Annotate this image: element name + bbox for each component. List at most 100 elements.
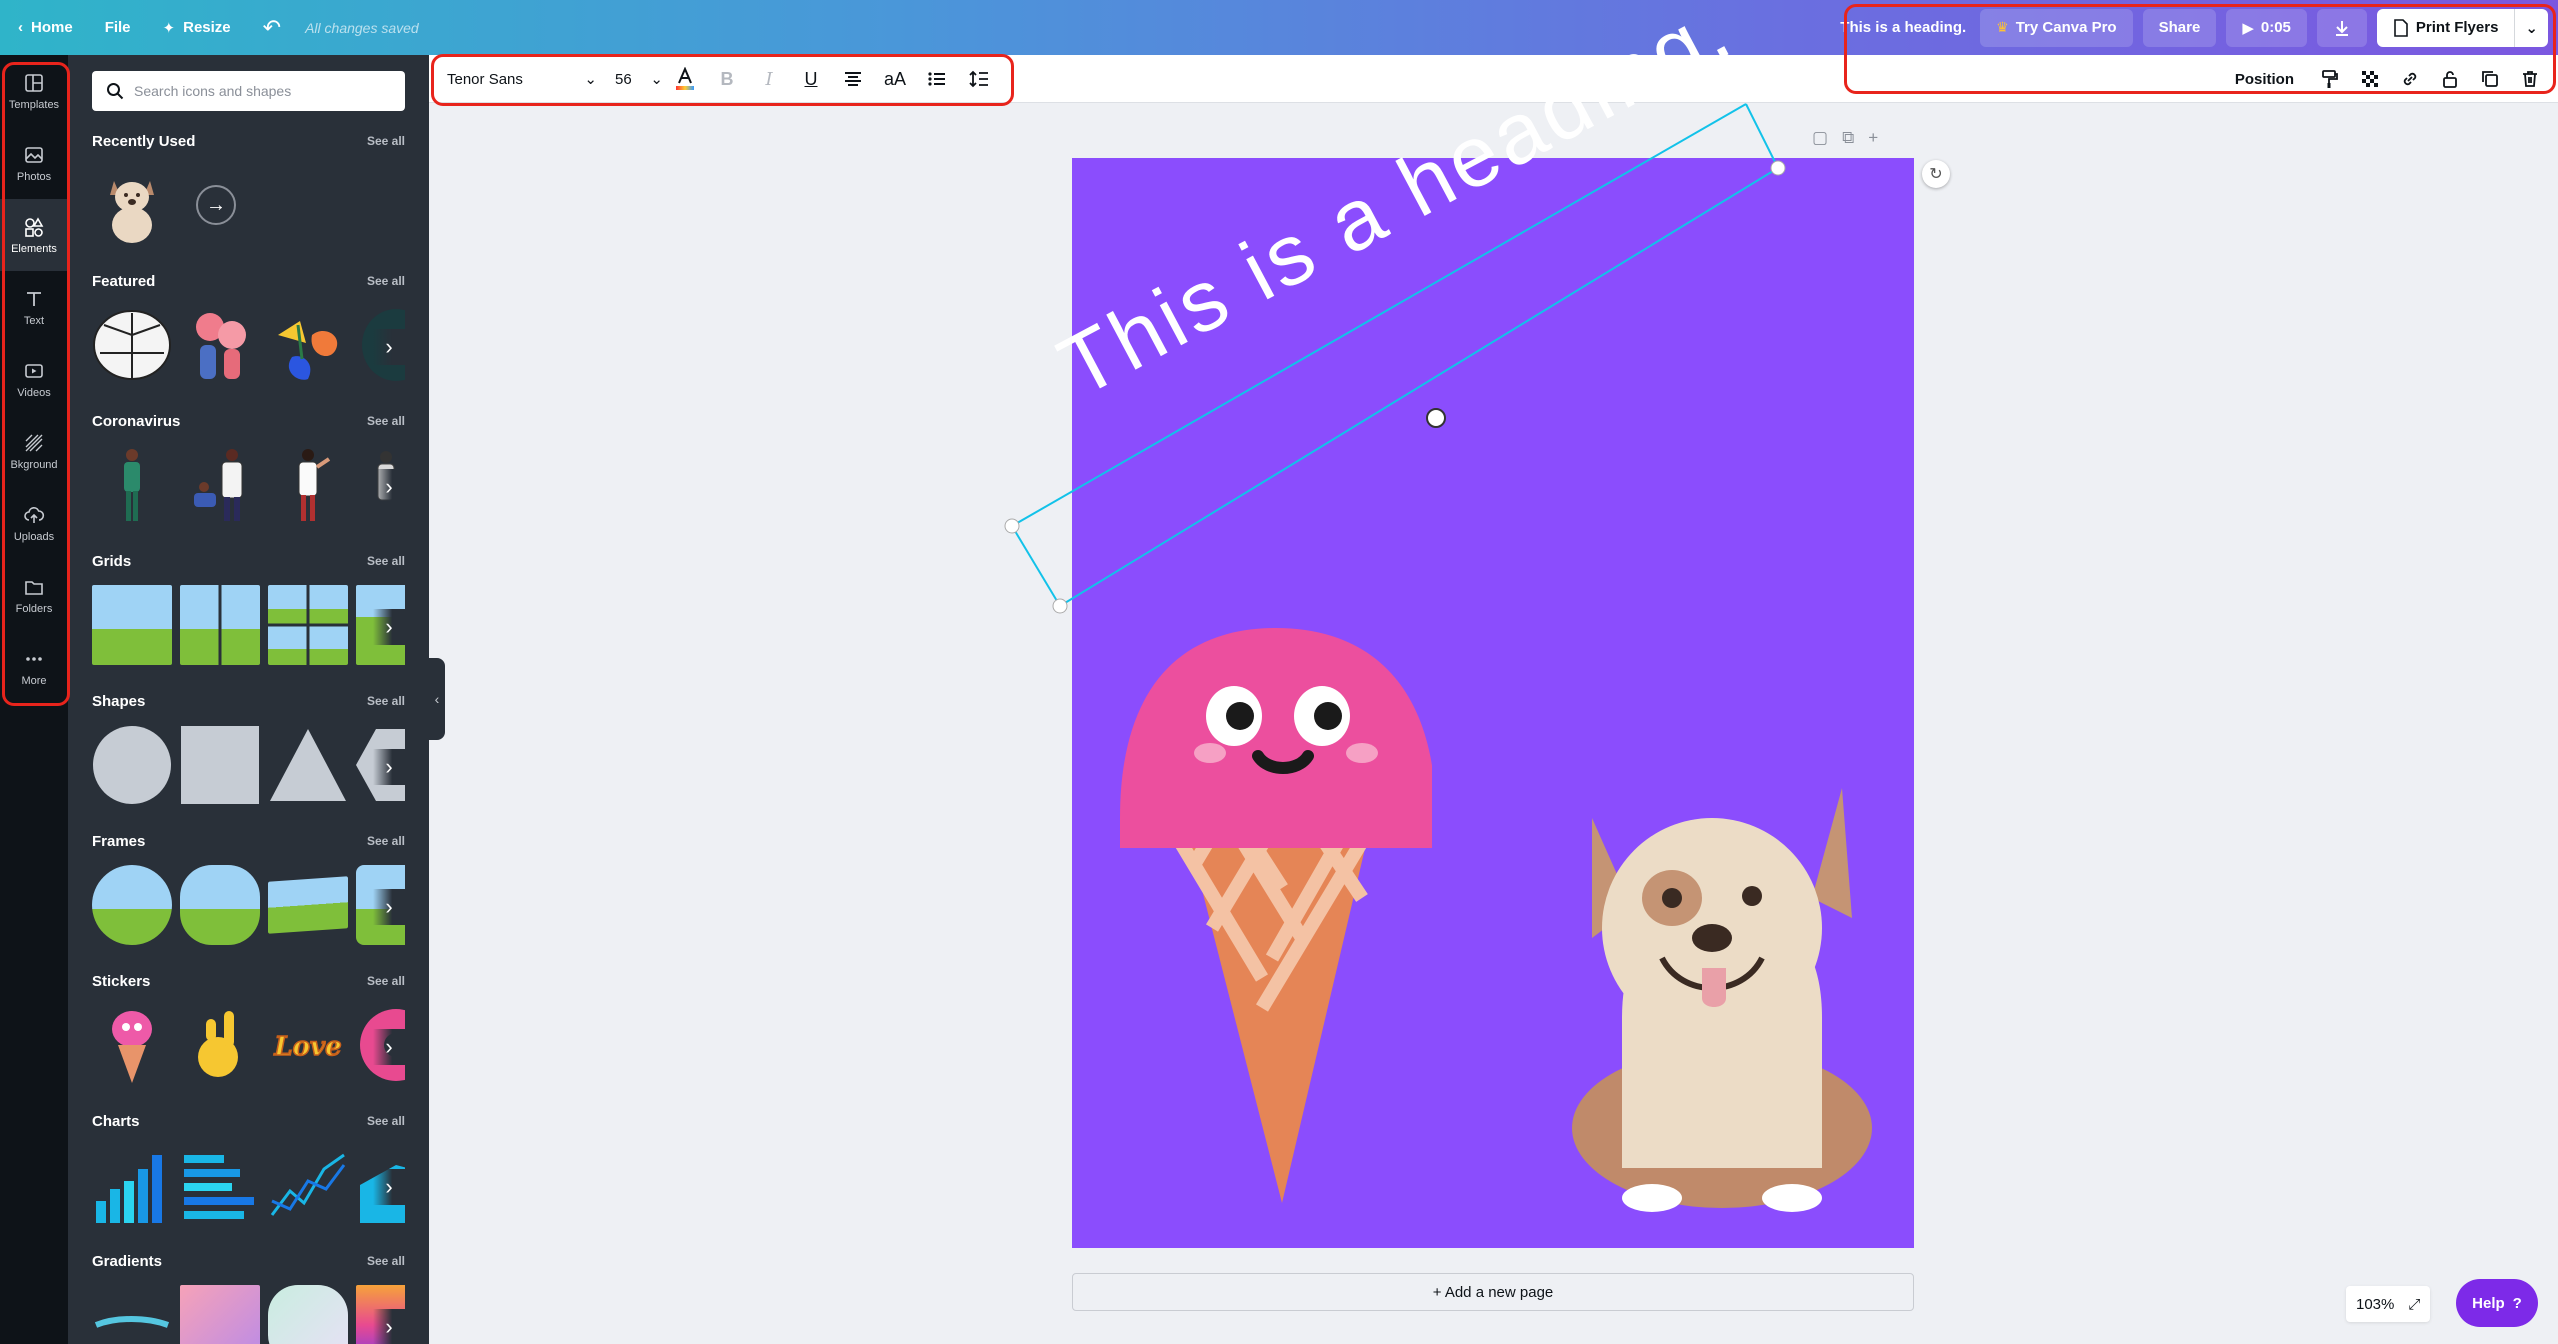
rail-item-videos[interactable]: Videos	[0, 343, 68, 415]
line-chart-icon	[270, 1153, 346, 1216]
rectangle-frame-thumb[interactable]	[268, 876, 348, 934]
copy-style-button[interactable]	[2312, 61, 2348, 97]
see-all-link[interactable]: See all	[367, 414, 405, 428]
see-all-link[interactable]: See all	[367, 834, 405, 848]
leaf-illustration	[93, 310, 171, 380]
chevron-right-icon[interactable]: ›	[373, 889, 405, 925]
see-all-link[interactable]: See all	[367, 974, 405, 988]
chevron-right-icon[interactable]: ›	[373, 469, 405, 505]
triangle-shape-thumb[interactable]	[268, 725, 348, 805]
see-all-link[interactable]: See all	[367, 554, 405, 568]
help-button[interactable]: Help ?	[2456, 1279, 2538, 1327]
font-size-dropdown[interactable]: 56 ⌄	[599, 70, 663, 89]
zoom-control[interactable]: 103% ⤢	[2346, 1286, 2431, 1322]
chevron-right-icon[interactable]: ›	[373, 1309, 405, 1344]
add-page-icon[interactable]: +	[1868, 128, 1878, 148]
ok-hand-sticker-thumb[interactable]	[180, 1005, 260, 1085]
search-input[interactable]	[134, 83, 394, 99]
search-box[interactable]	[92, 71, 405, 111]
square-shape-thumb[interactable]	[180, 725, 260, 805]
abstract-shapes-thumb[interactable]	[268, 305, 348, 385]
underline-button[interactable]: U	[791, 61, 831, 97]
nurse-thumb[interactable]	[92, 445, 172, 525]
see-all-link[interactable]: See all	[367, 694, 405, 708]
bar-chart-thumb[interactable]	[92, 1145, 172, 1225]
delete-button[interactable]	[2512, 61, 2548, 97]
resize-button[interactable]: ✦ Resize	[147, 0, 247, 55]
grid-single-thumb[interactable]	[92, 585, 172, 665]
section-title: Stickers	[92, 972, 151, 990]
circle-shape-thumb[interactable]	[92, 725, 172, 805]
doctor-pointing-thumb[interactable]	[268, 445, 348, 525]
text-color-button[interactable]	[665, 61, 705, 97]
ice-cream-sticker	[112, 1011, 152, 1083]
see-all-link[interactable]: See all	[367, 1254, 405, 1268]
doctor-patient-thumb[interactable]	[180, 445, 260, 525]
print-options-dropdown[interactable]: ⌄	[2514, 8, 2548, 47]
see-all-link[interactable]: See all	[367, 274, 405, 288]
circle-frame-thumb[interactable]	[92, 865, 172, 945]
rail-item-templates[interactable]: Templates	[0, 55, 68, 127]
bold-button[interactable]: B	[707, 61, 747, 97]
download-button[interactable]	[2316, 8, 2367, 47]
home-button[interactable]: ‹ Home	[0, 0, 89, 55]
present-button[interactable]: ▶ 0:05	[2226, 8, 2307, 47]
share-button[interactable]: Share	[2142, 8, 2217, 47]
list-button[interactable]	[917, 61, 957, 97]
fullscreen-icon[interactable]: ⤢	[2408, 1296, 2420, 1313]
scalloped-frame-thumb[interactable]	[180, 865, 260, 945]
print-flyers-button[interactable]: Print Flyers	[2376, 8, 2515, 47]
align-button[interactable]	[833, 61, 873, 97]
lock-button[interactable]	[2432, 61, 2468, 97]
dog-sticker-thumb[interactable]	[92, 165, 172, 245]
people-flowers-thumb[interactable]	[180, 305, 260, 385]
rail-item-elements[interactable]: Elements	[0, 199, 68, 271]
brush-gradient-thumb[interactable]	[92, 1285, 172, 1344]
arrow-right-icon[interactable]: →	[196, 185, 236, 225]
note-icon[interactable]: ▢	[1812, 128, 1828, 148]
see-all-link[interactable]: See all	[367, 134, 405, 148]
rail-item-background[interactable]: Bkground	[0, 415, 68, 487]
rail-item-more[interactable]: More	[0, 631, 68, 703]
chevron-right-icon[interactable]: ›	[373, 329, 405, 365]
italic-button[interactable]: I	[749, 61, 789, 97]
thumb-row: Love ›	[92, 1005, 405, 1095]
blob-gradient-thumb[interactable]	[268, 1285, 348, 1344]
grid-four-thumb[interactable]	[268, 585, 348, 665]
collapse-panel-button[interactable]: ‹	[429, 658, 445, 740]
file-menu[interactable]: File	[89, 0, 147, 55]
see-all-link[interactable]: See all	[367, 1114, 405, 1128]
copy-page-icon[interactable]: ⧉	[1842, 128, 1854, 148]
spacing-button[interactable]	[959, 61, 999, 97]
chevron-right-icon[interactable]: ›	[373, 749, 405, 785]
svg-text:Love: Love	[273, 1032, 341, 1062]
rotate-icon[interactable]: ↻	[1922, 160, 1950, 188]
pink-gradient-thumb[interactable]	[180, 1285, 260, 1344]
font-family-dropdown[interactable]: Tenor Sans ⌄	[437, 70, 597, 89]
chevron-right-icon[interactable]: ›	[373, 609, 405, 645]
dog-illustration[interactable]	[1562, 778, 1902, 1218]
position-button[interactable]: Position	[2221, 71, 2308, 88]
love-sticker-thumb[interactable]: Love	[268, 1005, 348, 1085]
rail-item-uploads[interactable]: Uploads	[0, 487, 68, 559]
add-page-button[interactable]: + Add a new page	[1072, 1273, 1914, 1311]
transparency-icon	[2362, 71, 2378, 87]
horizontal-bar-chart-thumb[interactable]	[180, 1145, 260, 1225]
link-button[interactable]	[2392, 61, 2428, 97]
rail-item-folders[interactable]: Folders	[0, 559, 68, 631]
monstera-leaf-thumb[interactable]	[92, 305, 172, 385]
try-canva-pro-button[interactable]: ♛ Try Canva Pro	[1980, 8, 2133, 47]
grid-two-column-thumb[interactable]	[180, 585, 260, 665]
rail-item-text[interactable]: Text	[0, 271, 68, 343]
design-title[interactable]: This is a heading.	[1826, 19, 1980, 36]
chevron-right-icon[interactable]: ›	[373, 1169, 405, 1205]
chevron-right-icon[interactable]: ›	[373, 1029, 405, 1065]
rail-item-photos[interactable]: Photos	[0, 127, 68, 199]
transparency-button[interactable]	[2352, 61, 2388, 97]
line-chart-thumb[interactable]	[268, 1145, 348, 1225]
duplicate-button[interactable]	[2472, 61, 2508, 97]
ice-cream-illustration[interactable]	[1112, 588, 1432, 1228]
undo-button[interactable]: ↶	[247, 0, 297, 55]
letter-case-button[interactable]: aA	[875, 61, 915, 97]
ice-cream-sticker-thumb[interactable]	[92, 1005, 172, 1085]
